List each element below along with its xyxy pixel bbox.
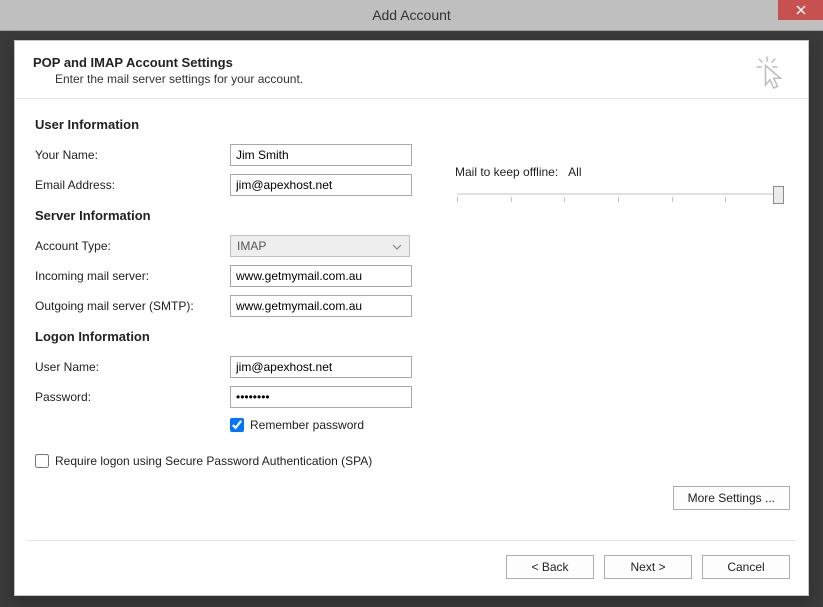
cursor-click-icon: [752, 55, 788, 91]
close-button[interactable]: [778, 0, 823, 20]
label-outgoing: Outgoing mail server (SMTP):: [35, 299, 230, 313]
require-spa-checkbox[interactable]: [35, 454, 49, 468]
row-remember-password: Remember password: [230, 418, 435, 432]
label-user-name: User Name:: [35, 360, 230, 374]
row-password: Password:: [35, 382, 435, 412]
dialog-header: POP and IMAP Account Settings Enter the …: [15, 41, 808, 99]
label-email: Email Address:: [35, 178, 230, 192]
mail-offline-row: Mail to keep offline: All: [455, 165, 788, 179]
row-account-type: Account Type: IMAP: [35, 231, 435, 261]
label-password: Password:: [35, 390, 230, 404]
section-server-info: Server Information: [35, 208, 435, 223]
back-button[interactable]: < Back: [506, 555, 594, 579]
account-type-value: IMAP: [237, 239, 266, 253]
row-your-name: Your Name:: [35, 140, 435, 170]
more-settings-row: More Settings ...: [15, 486, 808, 510]
account-type-select[interactable]: IMAP: [230, 235, 410, 257]
label-mail-offline: Mail to keep offline:: [455, 165, 558, 179]
header-title: POP and IMAP Account Settings: [33, 55, 790, 70]
slider-line: [457, 193, 780, 195]
more-settings-button[interactable]: More Settings ...: [673, 486, 790, 510]
cancel-button[interactable]: Cancel: [702, 555, 790, 579]
label-remember-password[interactable]: Remember password: [250, 418, 364, 432]
row-incoming: Incoming mail server:: [35, 261, 435, 291]
mail-offline-value: All: [568, 165, 581, 179]
section-user-info: User Information: [35, 117, 435, 132]
right-column: Mail to keep offline: All: [455, 117, 788, 486]
header-subtitle: Enter the mail server settings for your …: [55, 72, 790, 86]
label-account-type: Account Type:: [35, 239, 230, 253]
dialog-body: User Information Your Name: Email Addres…: [15, 99, 808, 486]
row-email: Email Address:: [35, 170, 435, 200]
section-logon-info: Logon Information: [35, 329, 435, 344]
label-incoming: Incoming mail server:: [35, 269, 230, 283]
user-name-input[interactable]: [230, 356, 412, 378]
mail-offline-slider[interactable]: [457, 183, 780, 213]
slider-ticks: [457, 197, 780, 202]
chevron-down-icon: [389, 239, 405, 253]
window-title: Add Account: [372, 7, 451, 23]
left-column: User Information Your Name: Email Addres…: [35, 117, 435, 486]
slider-thumb[interactable]: [773, 186, 784, 204]
label-your-name: Your Name:: [35, 148, 230, 162]
outgoing-server-input[interactable]: [230, 295, 412, 317]
row-outgoing: Outgoing mail server (SMTP):: [35, 291, 435, 321]
label-require-spa[interactable]: Require logon using Secure Password Auth…: [55, 454, 372, 468]
remember-password-checkbox[interactable]: [230, 418, 244, 432]
titlebar: Add Account: [0, 0, 823, 31]
next-button[interactable]: Next >: [604, 555, 692, 579]
add-account-dialog: POP and IMAP Account Settings Enter the …: [14, 40, 809, 596]
dialog-footer: < Back Next > Cancel: [15, 541, 808, 595]
your-name-input[interactable]: [230, 144, 412, 166]
incoming-server-input[interactable]: [230, 265, 412, 287]
row-user-name: User Name:: [35, 352, 435, 382]
close-icon: [796, 5, 806, 15]
row-require-spa: Require logon using Secure Password Auth…: [35, 454, 435, 468]
email-input[interactable]: [230, 174, 412, 196]
password-input[interactable]: [230, 386, 412, 408]
